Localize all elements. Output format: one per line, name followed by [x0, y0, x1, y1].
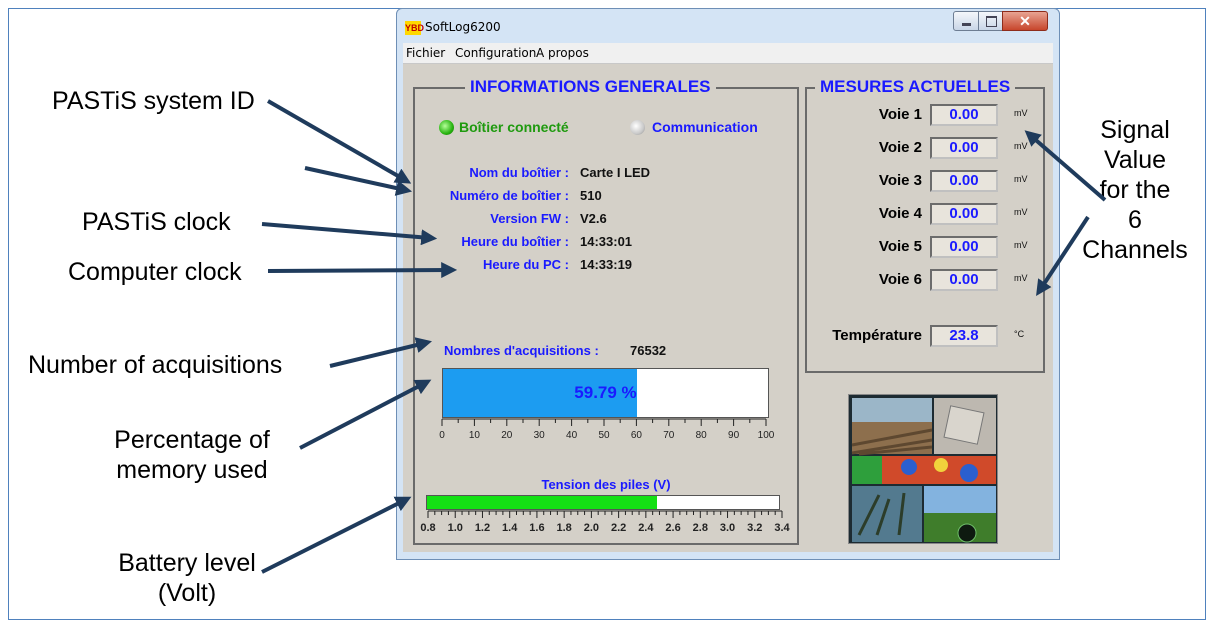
annotation-arrows: [261, 99, 1107, 574]
arrow-acquisitions: [329, 337, 432, 368]
arrow-battery: [261, 496, 412, 574]
arrow-computer-clock: [267, 262, 458, 279]
arrow-memory: [299, 379, 432, 450]
arrow-voie-6: [1036, 215, 1090, 297]
arrow-system-id: [267, 99, 412, 184]
arrow-pastis-clock: [261, 222, 438, 246]
arrow-voie-1: [1024, 130, 1107, 202]
